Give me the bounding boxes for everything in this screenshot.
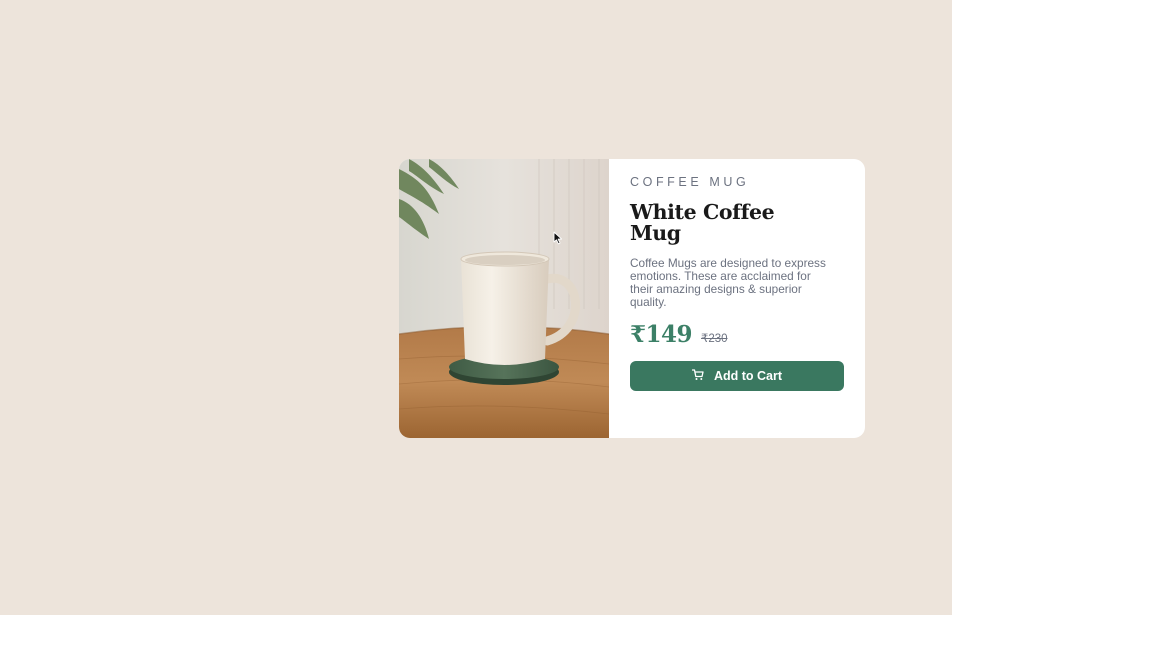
- product-title: White Coffee Mug: [630, 200, 775, 245]
- product-description: Coffee Mugs are designed to express emot…: [630, 256, 826, 309]
- product-card: Coffee Mug White Coffee Mug Coffee Mugs …: [399, 159, 865, 438]
- mouse-cursor-icon: [553, 231, 563, 245]
- price-row: ₹149 ₹230: [630, 321, 844, 348]
- add-to-cart-label: Add to Cart: [713, 369, 783, 383]
- page-background: Coffee Mug White Coffee Mug Coffee Mugs …: [0, 0, 952, 615]
- product-details: Coffee Mug White Coffee Mug Coffee Mugs …: [609, 159, 865, 438]
- shopping-cart-icon: [691, 368, 704, 381]
- add-to-cart-button[interactable]: Add to Cart: [630, 361, 844, 391]
- original-price: ₹230: [701, 333, 728, 345]
- product-image: [399, 159, 609, 438]
- current-price: ₹149: [630, 321, 693, 348]
- product-category: Coffee Mug: [630, 175, 750, 189]
- coffee-mug-photo: [399, 159, 609, 438]
